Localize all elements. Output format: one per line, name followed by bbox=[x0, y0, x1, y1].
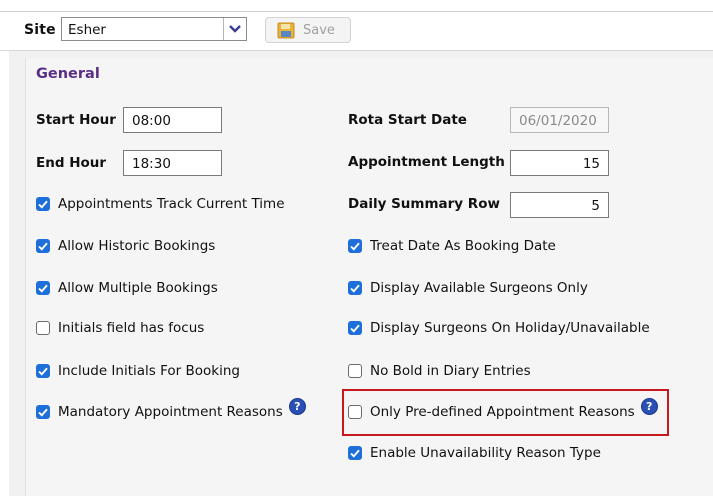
end-hour-label: End Hour bbox=[36, 155, 107, 171]
daily-summary-row-input[interactable]: 5 bbox=[510, 192, 609, 218]
highlight-box bbox=[342, 389, 669, 436]
left-checkbox-row-1[interactable]: Allow Historic Bookings bbox=[36, 236, 215, 256]
checkbox-checked[interactable] bbox=[36, 197, 50, 211]
left-checkbox-row-4[interactable]: Include Initials For Booking bbox=[36, 361, 240, 381]
checkbox-label: Appointments Track Current Time bbox=[58, 196, 285, 212]
site-label: Site bbox=[24, 22, 56, 38]
end-hour-input[interactable]: 18:30 bbox=[123, 150, 222, 176]
site-dropdown[interactable]: Esher bbox=[61, 17, 247, 41]
checkbox-label: Treat Date As Booking Date bbox=[370, 238, 556, 254]
left-checkbox-row-3[interactable]: Initials field has focus bbox=[36, 318, 204, 338]
checkbox-unchecked[interactable] bbox=[348, 364, 362, 378]
right-checkbox-row-5[interactable]: Enable Unavailability Reason Type bbox=[348, 443, 601, 463]
daily-summary-row-label: Daily Summary Row bbox=[348, 196, 500, 212]
appointment-length-value: 15 bbox=[582, 156, 600, 172]
checkbox-checked[interactable] bbox=[348, 239, 362, 253]
appointment-length-input[interactable]: 15 bbox=[510, 150, 609, 176]
checkbox-checked[interactable] bbox=[36, 239, 50, 253]
site-dropdown-value: Esher bbox=[68, 22, 106, 38]
save-button[interactable]: Save bbox=[265, 17, 351, 43]
checkbox-checked[interactable] bbox=[36, 405, 50, 419]
checkbox-unchecked[interactable] bbox=[36, 321, 50, 335]
checkbox-label: Enable Unavailability Reason Type bbox=[370, 445, 601, 461]
checkbox-label: Display Available Surgeons Only bbox=[370, 280, 588, 296]
checkbox-label: Allow Historic Bookings bbox=[58, 238, 216, 254]
daily-summary-row-value: 5 bbox=[591, 198, 600, 214]
right-checkbox-row-1[interactable]: Display Available Surgeons Only bbox=[348, 278, 588, 298]
left-checkbox-row-2[interactable]: Allow Multiple Bookings bbox=[36, 278, 218, 298]
checkbox-label: Allow Multiple Bookings bbox=[58, 280, 218, 296]
checkbox-label: Display Surgeons On Holiday/Unavailable bbox=[370, 320, 650, 336]
save-button-label: Save bbox=[303, 23, 335, 38]
checkbox-label: Mandatory Appointment Reasons bbox=[58, 404, 283, 420]
rota-start-date-value: 06/01/2020 bbox=[519, 113, 597, 129]
start-hour-label: Start Hour bbox=[36, 112, 116, 128]
end-hour-value: 18:30 bbox=[132, 156, 171, 172]
checkbox-label: Include Initials For Booking bbox=[58, 363, 240, 379]
left-checkbox-row-5[interactable]: Mandatory Appointment Reasons? bbox=[36, 397, 306, 422]
checkbox-label: No Bold in Diary Entries bbox=[370, 363, 531, 379]
checkbox-label: Initials field has focus bbox=[58, 320, 205, 336]
floppy-disk-icon bbox=[277, 22, 295, 43]
checkbox-checked[interactable] bbox=[348, 321, 362, 335]
checkbox-checked[interactable] bbox=[348, 281, 362, 295]
chevron-down-icon[interactable] bbox=[223, 18, 246, 40]
checkbox-checked[interactable] bbox=[36, 364, 50, 378]
right-checkbox-row-0[interactable]: Treat Date As Booking Date bbox=[348, 236, 556, 256]
section-title-general: General bbox=[36, 66, 100, 82]
start-hour-value: 08:00 bbox=[132, 113, 171, 129]
right-checkbox-row-3[interactable]: No Bold in Diary Entries bbox=[348, 361, 531, 381]
help-icon[interactable]: ? bbox=[288, 397, 306, 415]
start-hour-input[interactable]: 08:00 bbox=[123, 107, 222, 133]
rota-start-date-input: 06/01/2020 bbox=[510, 107, 609, 133]
rota-start-date-label: Rota Start Date bbox=[348, 112, 467, 128]
checkbox-checked[interactable] bbox=[36, 281, 50, 295]
checkbox-checked[interactable] bbox=[348, 446, 362, 460]
right-checkbox-row-2[interactable]: Display Surgeons On Holiday/Unavailable bbox=[348, 318, 650, 338]
appointment-length-label: Appointment Length bbox=[348, 154, 505, 170]
toolbar: Site Esher Save bbox=[0, 12, 713, 50]
left-checkbox-row-0[interactable]: Appointments Track Current Time bbox=[36, 194, 285, 214]
